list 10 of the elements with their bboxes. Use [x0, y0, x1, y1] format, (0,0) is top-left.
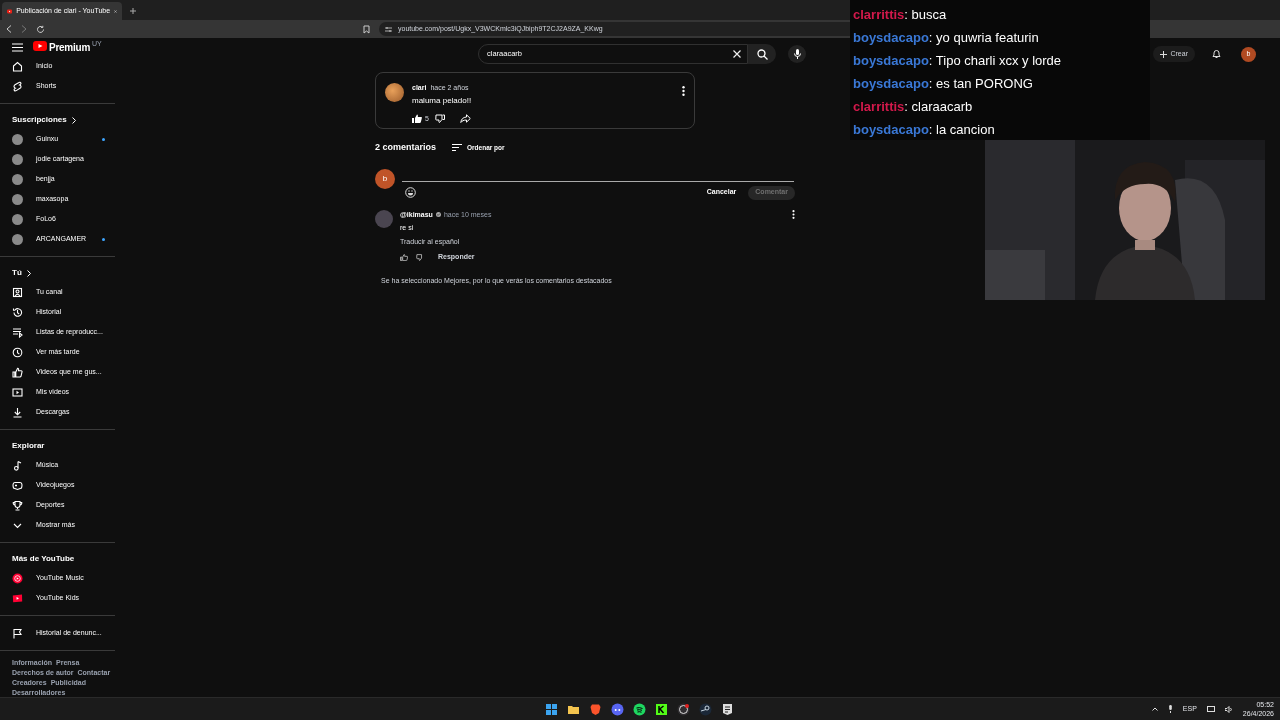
user-avatar: b	[375, 168, 395, 189]
chat-message: clarrittis: claraacarb	[853, 98, 974, 116]
comments-count: 2 comentarios	[375, 141, 437, 154]
section-title: Más de YouTube	[11, 553, 75, 565]
chat-message: boysdacapo: la cancion	[853, 121, 996, 139]
post-text: maluma pelado!!	[412, 94, 473, 107]
chat-message: boysdacapo: Tipo charli xcx y lorde	[853, 52, 1063, 70]
chat-message: clarrittis: busca	[853, 6, 948, 24]
chat-message: boysdacapo: es tan PORONG	[853, 75, 1034, 93]
section-title: Explorar	[11, 440, 45, 452]
